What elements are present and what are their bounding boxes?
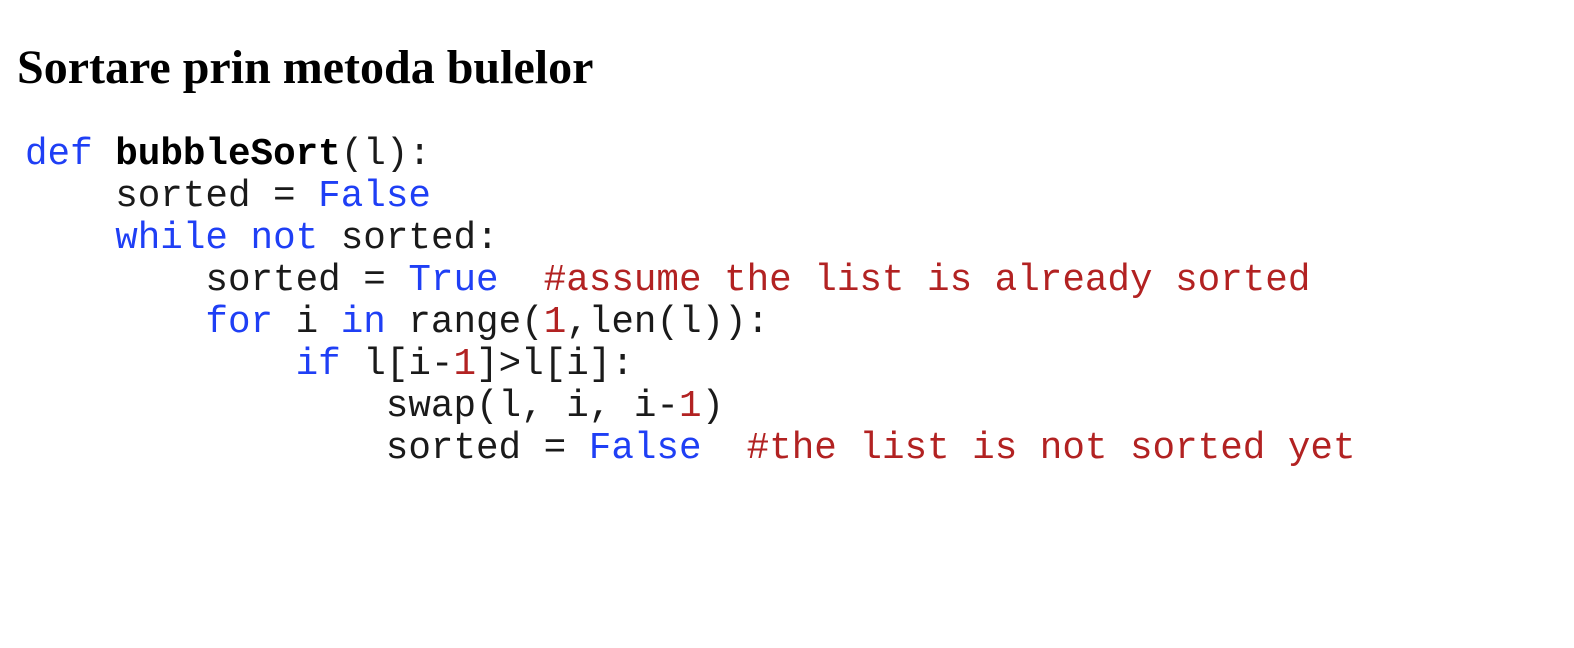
code-keyword: def: [25, 134, 93, 176]
code-keyword: while: [115, 218, 228, 260]
code-text: ): [701, 386, 725, 428]
code-keyword: False: [588, 428, 702, 470]
code-block: def bubbleSort(l): sorted = False while …: [25, 134, 1356, 470]
code-function-name: bubbleSort: [115, 134, 341, 176]
code-text: range(: [385, 302, 544, 344]
code-keyword: in: [340, 302, 386, 344]
code-number: 1: [543, 302, 567, 344]
code-line: sorted = False: [25, 176, 1356, 218]
code-text: sorted =: [25, 176, 319, 218]
code-number: 1: [453, 344, 477, 386]
code-comment: #assume the list is already sorted: [543, 260, 1311, 302]
code-number: 1: [678, 386, 702, 428]
code-comment: #the list is not sorted yet: [746, 428, 1356, 470]
code-keyword: for: [205, 302, 274, 344]
code-keyword: not: [250, 218, 319, 260]
code-keyword: if: [295, 344, 341, 386]
code-text: sorted =: [25, 428, 589, 470]
code-text: (l):: [340, 134, 431, 176]
code-text: ,len(l)):: [566, 302, 770, 344]
code-line: sorted = False #the list is not sorted y…: [25, 428, 1356, 470]
code-keyword: True: [408, 260, 499, 302]
code-line: for i in range(1,len(l)):: [25, 302, 1356, 344]
code-line: sorted = True #assume the list is alread…: [25, 260, 1356, 302]
code-text: l[i-: [340, 344, 454, 386]
code-text: swap(l, i, i-: [25, 386, 679, 428]
page-title: Sortare prin metoda bulelor: [17, 41, 594, 94]
code-keyword: False: [318, 176, 431, 218]
code-line: while not sorted:: [25, 218, 1356, 260]
code-line: def bubbleSort(l):: [25, 134, 1356, 176]
code-line: swap(l, i, i-1): [25, 386, 1356, 428]
code-line: if l[i-1]>l[i]:: [25, 344, 1356, 386]
code-text: i: [273, 302, 341, 344]
code-text: ]>l[i]:: [476, 344, 634, 386]
code-text: sorted:: [318, 218, 499, 260]
code-text: sorted =: [25, 260, 409, 302]
